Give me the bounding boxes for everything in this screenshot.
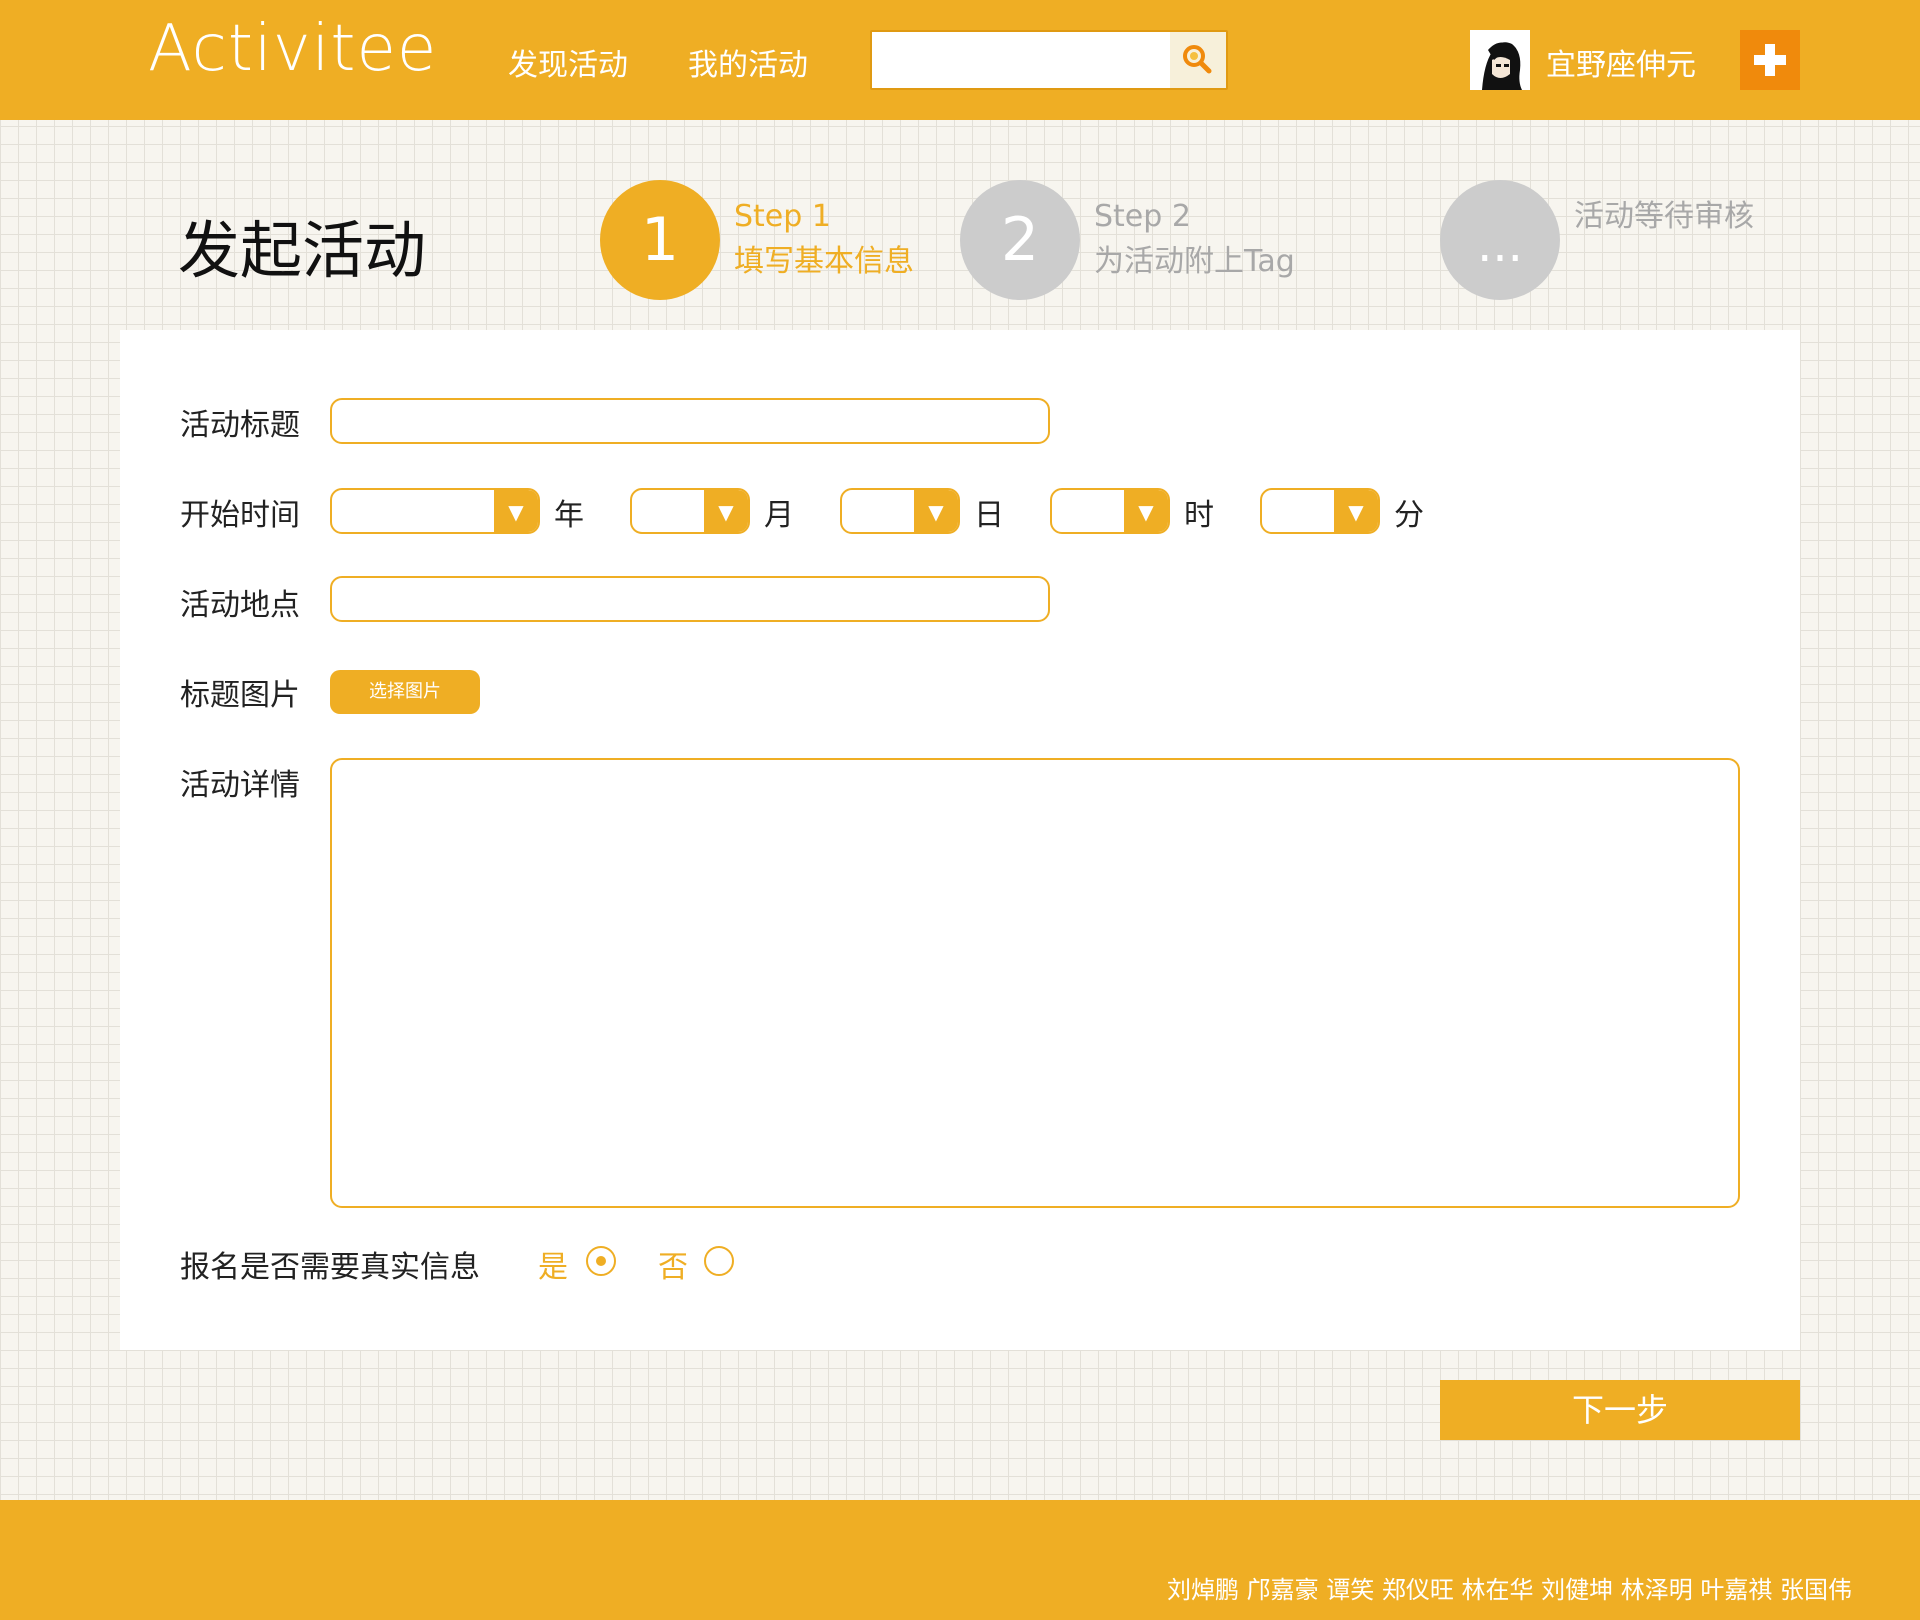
day-select[interactable]: ▼ xyxy=(840,488,960,534)
hour-unit: 时 xyxy=(1184,498,1214,533)
step-3-circle: ... xyxy=(1440,180,1560,300)
nav-my-activities[interactable]: 我的活动 xyxy=(688,40,808,84)
radio-selected-dot xyxy=(596,1256,606,1266)
title-label: 活动标题 xyxy=(180,408,300,443)
nav-discover[interactable]: 发现活动 xyxy=(508,40,628,84)
avatar[interactable] xyxy=(1470,30,1530,90)
cover-image-label: 标题图片 xyxy=(180,678,300,713)
title-input[interactable] xyxy=(330,398,1050,444)
hour-select[interactable]: ▼ xyxy=(1050,488,1170,534)
details-label: 活动详情 xyxy=(180,768,300,803)
location-input[interactable] xyxy=(330,576,1050,622)
step-1-subtitle: 填写基本信息 xyxy=(734,244,914,279)
search-icon xyxy=(1183,45,1212,74)
app-logo[interactable]: Activitee xyxy=(148,12,437,86)
choose-image-button[interactable]: 选择图片 xyxy=(330,670,480,714)
day-unit: 日 xyxy=(974,498,1004,533)
dropdown-arrow-icon: ▼ xyxy=(914,490,958,532)
search-box xyxy=(870,30,1228,90)
next-step-button[interactable]: 下一步 xyxy=(1440,1380,1800,1440)
year-unit: 年 xyxy=(554,498,584,533)
start-time-label: 开始时间 xyxy=(180,498,300,533)
year-select[interactable]: ▼ xyxy=(330,488,540,534)
step-1-circle: 1 xyxy=(600,180,720,300)
radio-no-label[interactable]: 否 xyxy=(658,1242,688,1286)
step-3-title: 活动等待审核 xyxy=(1574,199,1754,234)
step-2-circle: 2 xyxy=(960,180,1080,300)
search-button[interactable] xyxy=(1170,32,1226,88)
minute-unit: 分 xyxy=(1394,498,1424,533)
user-avatar-icon xyxy=(1470,30,1530,90)
dropdown-arrow-icon: ▼ xyxy=(1124,490,1168,532)
month-unit: 月 xyxy=(764,498,794,533)
footer-credits: 刘焯鹏 邝嘉豪 谭笑 郑仪旺 林在华 刘健坤 林泽明 叶嘉祺 张国伟 xyxy=(1166,1576,1852,1604)
top-bar: Activitee 发现活动 我的活动 宜野座伸元 xyxy=(0,0,1920,120)
create-activity-button[interactable] xyxy=(1740,30,1800,90)
activity-form: 活动标题 开始时间 ▼ 年 ▼ 月 ▼ 日 ▼ 时 ▼ 分 活动地点 标题图片 … xyxy=(120,330,1800,1350)
radio-yes-label[interactable]: 是 xyxy=(538,1242,568,1286)
footer: 刘焯鹏 邝嘉豪 谭笑 郑仪旺 林在华 刘健坤 林泽明 叶嘉祺 张国伟 xyxy=(0,1500,1920,1620)
step-2-title: Step 2 xyxy=(1094,199,1191,234)
dropdown-arrow-icon: ▼ xyxy=(494,490,538,532)
page-title: 发起活动 xyxy=(178,214,427,287)
month-select[interactable]: ▼ xyxy=(630,488,750,534)
step-2-subtitle: 为活动附上Tag xyxy=(1094,244,1295,279)
username[interactable]: 宜野座伸元 xyxy=(1546,40,1696,84)
step-1-title: Step 1 xyxy=(734,199,831,234)
minute-select[interactable]: ▼ xyxy=(1260,488,1380,534)
radio-no[interactable] xyxy=(704,1246,734,1276)
location-label: 活动地点 xyxy=(180,588,300,623)
radio-yes[interactable] xyxy=(586,1246,616,1276)
dropdown-arrow-icon: ▼ xyxy=(1334,490,1378,532)
dropdown-arrow-icon: ▼ xyxy=(704,490,748,532)
real-info-label: 报名是否需要真实信息 xyxy=(180,1250,480,1285)
search-input[interactable] xyxy=(872,32,1172,88)
details-textarea[interactable] xyxy=(330,758,1740,1208)
